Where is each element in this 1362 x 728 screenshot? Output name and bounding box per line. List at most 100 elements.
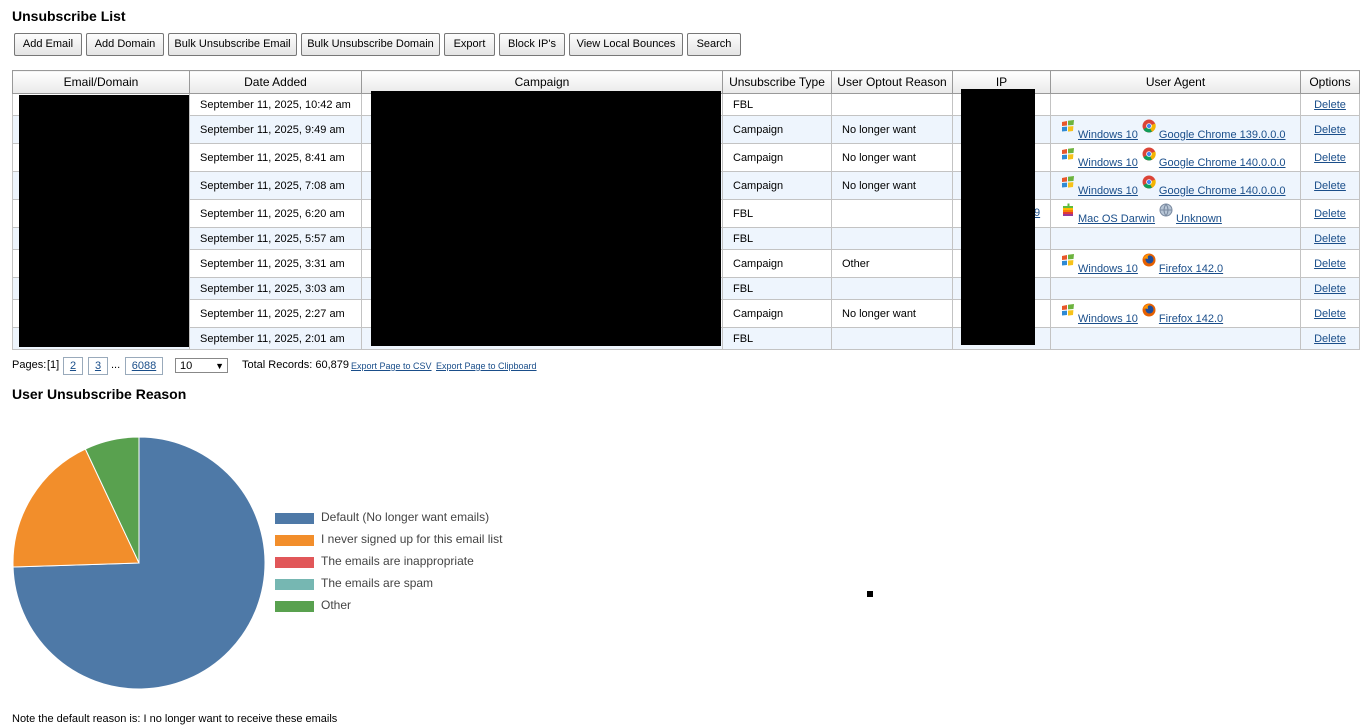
os-item: Windows 10 xyxy=(1061,175,1138,197)
type-cell: FBL xyxy=(722,227,832,250)
date-cell: September 11, 2025, 9:49 am xyxy=(189,115,362,144)
type-cell: Campaign xyxy=(722,249,832,278)
reason-cell xyxy=(831,93,953,116)
block-ips-button[interactable]: Block IP's xyxy=(499,33,565,56)
globe-icon xyxy=(1159,203,1173,217)
user-agent-cell xyxy=(1050,227,1301,250)
export-button[interactable]: Export xyxy=(444,33,495,56)
options-cell: Delete xyxy=(1300,171,1360,200)
page-title: Unsubscribe List xyxy=(12,8,126,24)
export-csv-link[interactable]: Export Page to CSV xyxy=(351,361,432,371)
view-local-bounces-button[interactable]: View Local Bounces xyxy=(569,33,683,56)
per-page-select[interactable]: 10 ▼ xyxy=(175,358,228,373)
type-cell: Campaign xyxy=(722,143,832,172)
default-reason-note: Note the default reason is: I no longer … xyxy=(12,713,338,725)
date-cell: September 11, 2025, 2:01 am xyxy=(189,327,362,350)
legend-swatch xyxy=(275,557,314,568)
delete-link[interactable]: Delete xyxy=(1314,124,1346,136)
legend-label: The emails are spam xyxy=(321,576,434,590)
browser-item: Firefox 142.0 xyxy=(1142,303,1223,325)
legend-swatch xyxy=(275,513,314,524)
add-email-button[interactable]: Add Email xyxy=(14,33,82,56)
header-date-added[interactable]: Date Added xyxy=(189,70,362,94)
delete-link[interactable]: Delete xyxy=(1314,180,1346,192)
os-link[interactable]: Windows 10 xyxy=(1078,157,1138,169)
options-cell: Delete xyxy=(1300,327,1360,350)
bulk-unsubscribe-email-button[interactable]: Bulk Unsubscribe Email xyxy=(168,33,297,56)
firefox-icon xyxy=(1142,253,1156,267)
delete-link[interactable]: Delete xyxy=(1314,258,1346,270)
legend-label: The emails are inappropriate xyxy=(321,554,474,568)
header-user-agent[interactable]: User Agent xyxy=(1050,70,1301,94)
user-agent-cell: Windows 10 Firefox 142.0 xyxy=(1050,299,1301,328)
apple-icon xyxy=(1061,203,1075,217)
chevron-down-icon: ▼ xyxy=(215,361,224,371)
delete-link[interactable]: Delete xyxy=(1314,333,1346,345)
os-item: Windows 10 xyxy=(1061,147,1138,169)
page-3-text[interactable]: 3 xyxy=(95,360,101,372)
add-domain-button[interactable]: Add Domain xyxy=(86,33,164,56)
os-item: Windows 10 xyxy=(1061,253,1138,275)
os-link[interactable]: Windows 10 xyxy=(1078,129,1138,141)
type-cell: FBL xyxy=(722,277,832,300)
date-cell: September 11, 2025, 2:27 am xyxy=(189,299,362,328)
reason-cell xyxy=(831,199,953,228)
per-page-value: 10 xyxy=(180,360,193,372)
delete-link[interactable]: Delete xyxy=(1314,99,1346,111)
legend-swatch xyxy=(275,579,314,590)
browser-link[interactable]: Firefox 142.0 xyxy=(1159,313,1223,325)
browser-item: Google Chrome 139.0.0.0 xyxy=(1142,119,1286,141)
os-link[interactable]: Windows 10 xyxy=(1078,313,1138,325)
browser-item: Unknown xyxy=(1159,203,1222,225)
export-clipboard-link[interactable]: Export Page to Clipboard xyxy=(436,361,537,371)
date-cell: September 11, 2025, 8:41 am xyxy=(189,143,362,172)
chrome-icon xyxy=(1142,119,1156,133)
redacted-email-column xyxy=(19,95,189,347)
legend-label: I never signed up for this email list xyxy=(321,532,503,546)
header-user-optout-reason[interactable]: User Optout Reason xyxy=(831,70,953,94)
unsubscribe-reason-pie-chart xyxy=(12,436,266,690)
browser-link[interactable]: Google Chrome 140.0.0.0 xyxy=(1159,157,1286,169)
bulk-unsubscribe-domain-button[interactable]: Bulk Unsubscribe Domain xyxy=(301,33,440,56)
legend-swatch xyxy=(275,601,314,612)
user-agent-cell: Windows 10 Firefox 142.0 xyxy=(1050,249,1301,278)
delete-link[interactable]: Delete xyxy=(1314,152,1346,164)
os-link[interactable]: Mac OS Darwin xyxy=(1078,213,1155,225)
delete-link[interactable]: Delete xyxy=(1314,283,1346,295)
reason-cell xyxy=(831,227,953,250)
options-cell: Delete xyxy=(1300,249,1360,278)
chrome-icon xyxy=(1142,175,1156,189)
header-email-domain[interactable]: Email/Domain xyxy=(12,70,190,94)
os-link[interactable]: Windows 10 xyxy=(1078,263,1138,275)
total-records: Total Records: 60,879 xyxy=(242,359,350,371)
type-cell: FBL xyxy=(722,199,832,228)
last-page-text[interactable]: 6088 xyxy=(132,360,156,372)
delete-link[interactable]: Delete xyxy=(1314,208,1346,220)
delete-link[interactable]: Delete xyxy=(1314,308,1346,320)
browser-link[interactable]: Firefox 142.0 xyxy=(1159,263,1223,275)
browser-link[interactable]: Google Chrome 140.0.0.0 xyxy=(1159,185,1286,197)
browser-item: Google Chrome 140.0.0.0 xyxy=(1142,175,1286,197)
page-2-text[interactable]: 2 xyxy=(70,360,76,372)
date-cell: September 11, 2025, 3:31 am xyxy=(189,249,362,278)
search-button[interactable]: Search xyxy=(687,33,741,56)
options-cell: Delete xyxy=(1300,143,1360,172)
browser-link[interactable]: Unknown xyxy=(1176,213,1222,225)
page-3-link[interactable]: 3 xyxy=(88,357,108,375)
firefox-icon xyxy=(1142,303,1156,317)
os-link[interactable]: Windows 10 xyxy=(1078,185,1138,197)
browser-link[interactable]: Google Chrome 139.0.0.0 xyxy=(1159,129,1286,141)
chart-section-title: User Unsubscribe Reason xyxy=(12,386,187,402)
date-cell: September 11, 2025, 3:03 am xyxy=(189,277,362,300)
reason-cell xyxy=(831,277,953,300)
options-cell: Delete xyxy=(1300,227,1360,250)
header-unsubscribe-type[interactable]: Unsubscribe Type xyxy=(722,70,832,94)
type-cell: FBL xyxy=(722,327,832,350)
last-page-link[interactable]: 6088 xyxy=(125,357,163,375)
user-agent-cell xyxy=(1050,277,1301,300)
redacted-ip-column xyxy=(961,89,1035,345)
type-cell: Campaign xyxy=(722,115,832,144)
delete-link[interactable]: Delete xyxy=(1314,233,1346,245)
header-options: Options xyxy=(1300,70,1360,94)
page-2-link[interactable]: 2 xyxy=(63,357,83,375)
